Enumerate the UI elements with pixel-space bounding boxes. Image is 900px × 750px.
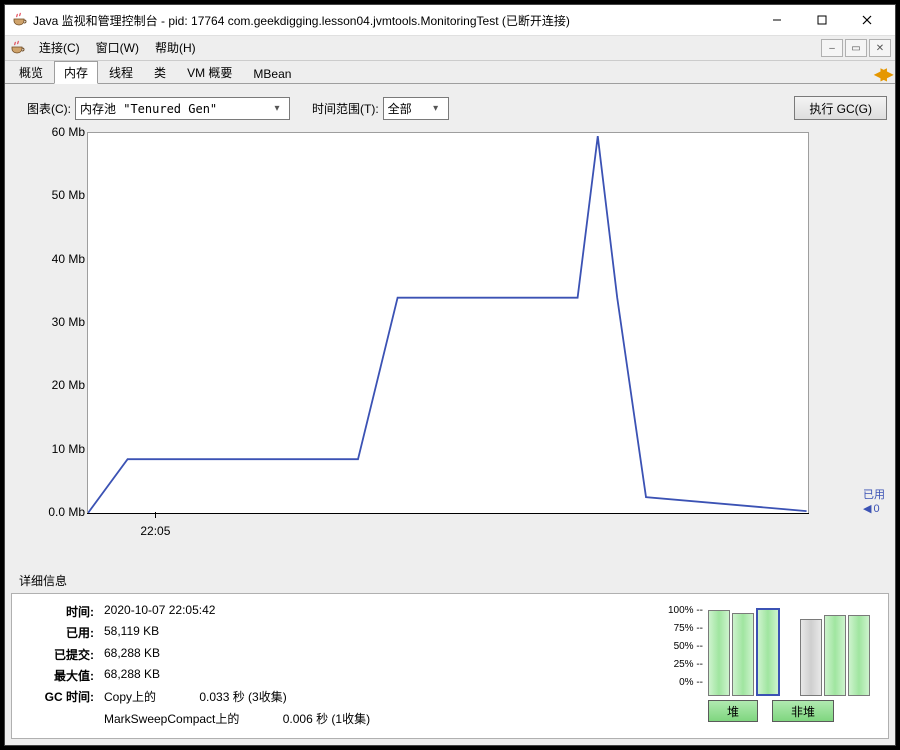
chart-plot[interactable] bbox=[87, 132, 809, 514]
menu-window[interactable]: 窗口(W) bbox=[88, 37, 147, 59]
barchart-yaxis: 100% --75% --50% --25% --0% -- bbox=[668, 602, 703, 692]
maximize-button[interactable] bbox=[799, 6, 844, 34]
tab-mbean[interactable]: MBean bbox=[243, 64, 301, 84]
chart-label: 图表(C): bbox=[27, 100, 71, 117]
details-section: 详细信息 时间:2020-10-07 22:05:42 已用:58,119 KB… bbox=[11, 568, 889, 739]
tab-memory[interactable]: 内存 bbox=[54, 61, 98, 84]
memory-toolbar: 图表(C): 内存池 "Tenured Gen" ▾ 时间范围(T): 全部 ▾… bbox=[11, 90, 889, 122]
tab-threads[interactable]: 线程 bbox=[99, 61, 143, 84]
menubar: 连接(C) 窗口(W) 帮助(H) – ▭ ✕ bbox=[5, 36, 895, 61]
tab-overview[interactable]: 概览 bbox=[9, 61, 53, 84]
x-axis-line bbox=[87, 513, 809, 514]
nonheap-group-button[interactable]: 非堆 bbox=[772, 700, 834, 722]
chevron-down-icon: ▾ bbox=[269, 103, 285, 114]
chart-combo[interactable]: 内存池 "Tenured Gen" ▾ bbox=[75, 97, 290, 120]
window-title: Java 监视和管理控制台 - pid: 17764 com.geekdiggi… bbox=[33, 12, 754, 29]
tab-classes[interactable]: 类 bbox=[144, 61, 176, 84]
y-tick-label: 40 Mb bbox=[11, 252, 85, 266]
range-label: 时间范围(T): bbox=[312, 100, 379, 117]
details-table: 时间:2020-10-07 22:05:42 已用:58,119 KB 已提交:… bbox=[22, 600, 376, 730]
titlebar: Java 监视和管理控制台 - pid: 17764 com.geekdiggi… bbox=[5, 5, 895, 36]
java-icon bbox=[11, 12, 27, 28]
memory-chart: 0.0 Mb 10 Mb 20 Mb 30 Mb 40 Mb 50 Mb 60 Mb 22:… bbox=[11, 126, 889, 564]
details-header: 详细信息 bbox=[11, 568, 889, 593]
y-tick-label: 60 Mb bbox=[11, 126, 85, 139]
legend-marker-icon: ◀ bbox=[863, 502, 871, 515]
tab-scroll-icon[interactable]: ◀▶ bbox=[874, 66, 887, 83]
x-tick-label: 22:05 bbox=[140, 524, 170, 538]
minimize-button[interactable] bbox=[754, 6, 799, 34]
inner-restore-button[interactable]: ▭ bbox=[845, 39, 867, 57]
java-icon bbox=[9, 40, 25, 56]
inner-close-button[interactable]: ✕ bbox=[869, 39, 891, 57]
memory-pool-bar[interactable] bbox=[824, 615, 846, 696]
chevron-down-icon: ▾ bbox=[428, 103, 444, 114]
legend-used: 已用 ◀0 bbox=[863, 486, 885, 515]
tabbar: 概览 内存 线程 类 VM 概要 MBean ◀▶ bbox=[5, 61, 895, 84]
jconsole-window: Java 监视和管理控制台 - pid: 17764 com.geekdiggi… bbox=[4, 4, 896, 746]
close-button[interactable] bbox=[844, 6, 889, 34]
pool-barchart: 100% --75% --50% --25% --0% -- 堆 非堆 bbox=[668, 600, 878, 730]
memory-pool-bar[interactable] bbox=[756, 608, 780, 696]
memory-pool-bar[interactable] bbox=[708, 610, 730, 696]
memory-pool-bar[interactable] bbox=[848, 615, 870, 696]
range-combo[interactable]: 全部 ▾ bbox=[383, 97, 449, 120]
gc-button[interactable]: 执行 GC(G) bbox=[794, 96, 887, 120]
y-tick-label: 30 Mb bbox=[11, 315, 85, 329]
y-tick-label: 10 Mb bbox=[11, 442, 85, 456]
inner-minimize-button[interactable]: – bbox=[821, 39, 843, 57]
y-tick-label: 0.0 Mb bbox=[11, 505, 85, 519]
memory-pool-bar[interactable] bbox=[732, 613, 754, 696]
menu-help[interactable]: 帮助(H) bbox=[147, 37, 204, 59]
menu-connect[interactable]: 连接(C) bbox=[31, 37, 88, 59]
y-tick-label: 50 Mb bbox=[11, 188, 85, 202]
y-tick-label: 20 Mb bbox=[11, 378, 85, 392]
tab-vmsummary[interactable]: VM 概要 bbox=[177, 61, 242, 84]
memory-pool-bar[interactable] bbox=[800, 619, 822, 696]
heap-group-button[interactable]: 堆 bbox=[708, 700, 758, 722]
